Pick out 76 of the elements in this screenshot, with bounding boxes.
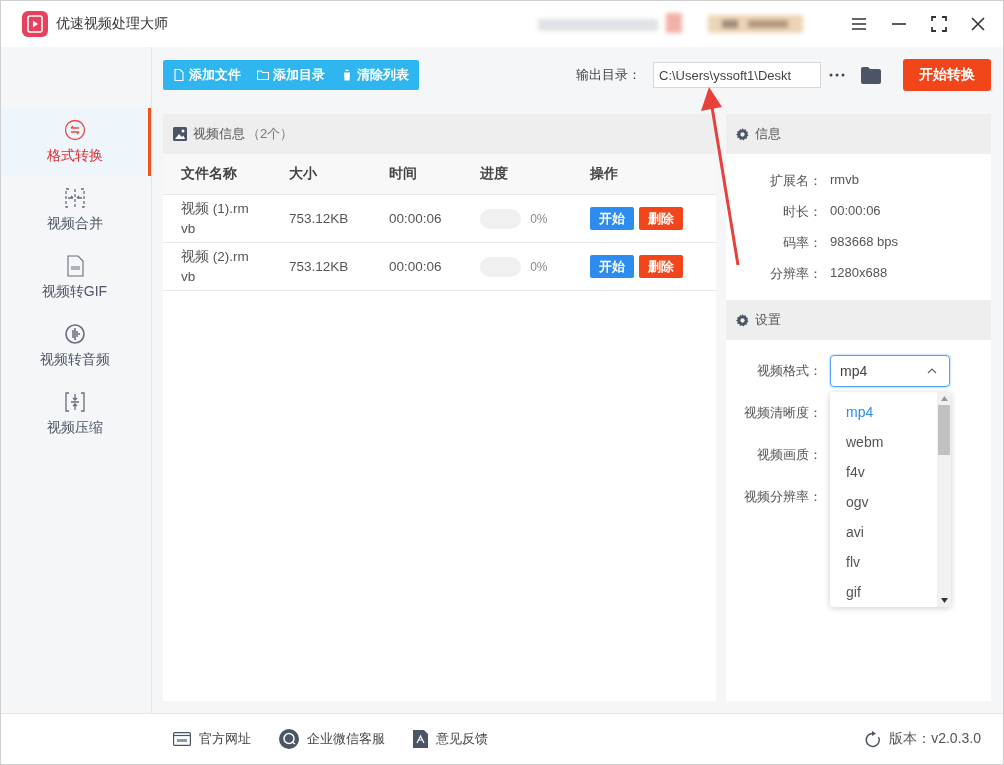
window-title: 优速视频处理大师 xyxy=(56,15,168,33)
web-page-icon xyxy=(173,732,191,746)
folder-icon[interactable] xyxy=(861,66,881,84)
dropdown-option[interactable]: avi xyxy=(830,517,937,547)
file-name: 视频 (1).rmvb xyxy=(181,199,250,238)
close-icon[interactable] xyxy=(971,17,985,31)
file-size: 753.12KB xyxy=(289,211,349,226)
sidebar-item[interactable]: 视频转音频 xyxy=(1,312,151,380)
maximize-icon[interactable] xyxy=(931,16,947,32)
dropdown-option[interactable]: mp4 xyxy=(830,397,937,427)
footer-link[interactable]: 意见反馈 xyxy=(413,730,488,748)
info-value: 00:00:06 xyxy=(829,203,882,220)
panel-title: 信息 xyxy=(755,125,781,143)
file-count: （2个） xyxy=(247,125,294,143)
trash-icon xyxy=(341,69,353,81)
more-icon[interactable] xyxy=(829,73,845,77)
panel-title: 设置 xyxy=(755,311,781,329)
info-value: 983668 bps xyxy=(829,234,899,251)
file-name: 视频 (2).rmvb xyxy=(181,247,250,286)
chevron-icon xyxy=(927,368,937,374)
progress-percent: 0% xyxy=(530,211,548,226)
column-header: 时间 xyxy=(370,154,463,195)
column-header: 文件名称 xyxy=(163,154,271,195)
column-header: 大小 xyxy=(271,154,371,195)
info-label: 扩展名： xyxy=(769,172,822,190)
setting-label: 视频清晰度： xyxy=(743,404,822,422)
refresh-icon[interactable] xyxy=(865,730,882,748)
app-logo-icon xyxy=(22,11,48,37)
info-value: 1280x688 xyxy=(829,265,889,282)
sidebar-item[interactable]: 视频合并 xyxy=(1,176,151,244)
column-header: 操作 xyxy=(572,154,716,195)
swap-arrows-icon xyxy=(63,119,86,141)
file-size: 753.12KB xyxy=(289,259,349,274)
info-label: 时长： xyxy=(782,203,822,221)
image-icon xyxy=(173,127,187,141)
sidebar-item[interactable]: 格式转换 xyxy=(1,108,151,176)
output-folder-field[interactable]: C:\Users\yssoft1\Deskt xyxy=(653,62,821,88)
sidebar-item[interactable]: 视频压缩 xyxy=(1,380,151,448)
output-folder-label: 输出目录： xyxy=(576,66,641,84)
sound-wave-icon xyxy=(63,323,86,345)
dropdown-option[interactable]: flv xyxy=(830,547,937,577)
sidebar-item[interactable]: 视频转GIF xyxy=(1,244,151,312)
delete-button[interactable]: 删除 xyxy=(639,255,684,278)
gear-icon xyxy=(736,313,749,327)
setting-label: 视频分辨率： xyxy=(743,488,822,506)
compress-icon xyxy=(63,391,86,413)
version-text: 版本：v2.0.3.0 xyxy=(889,730,981,748)
file-icon xyxy=(173,69,185,81)
info-label: 码率： xyxy=(782,234,822,252)
folder-icon xyxy=(257,69,269,81)
dropdown-option[interactable]: webm xyxy=(830,427,937,457)
scroll-thumb[interactable] xyxy=(938,405,950,455)
info-label: 分辨率： xyxy=(769,265,822,283)
footer-link[interactable]: 企业微信客服 xyxy=(279,729,385,749)
chat-icon xyxy=(279,729,299,749)
document-icon xyxy=(413,730,428,748)
gear-icon xyxy=(736,127,749,141)
progress-percent: 0% xyxy=(530,259,548,274)
delete-button[interactable]: 删除 xyxy=(639,207,684,230)
start-conversion-button[interactable]: 开始转换 xyxy=(903,59,991,91)
scroll-down-icon[interactable] xyxy=(940,598,948,603)
file-duration: 00:00:06 xyxy=(388,259,442,274)
setting-label: 视频格式： xyxy=(756,362,822,380)
footer-link[interactable]: 官方网址 xyxy=(173,730,251,748)
dropdown-option[interactable]: f4v xyxy=(830,457,937,487)
column-header: 进度 xyxy=(462,154,573,195)
dropdown-option[interactable]: gif xyxy=(830,577,937,607)
scrollbar[interactable] xyxy=(937,392,951,607)
dropdown-option[interactable]: ogv xyxy=(830,487,937,517)
info-value: rmvb xyxy=(829,172,860,189)
file-duration: 00:00:06 xyxy=(388,211,442,226)
menu-icon[interactable] xyxy=(851,17,867,31)
format-dropdown[interactable]: mp4 xyxy=(830,355,950,387)
panel-title: 视频信息 xyxy=(193,125,245,143)
merge-arrows-icon xyxy=(63,187,86,209)
setting-label: 视频画质： xyxy=(756,446,822,464)
